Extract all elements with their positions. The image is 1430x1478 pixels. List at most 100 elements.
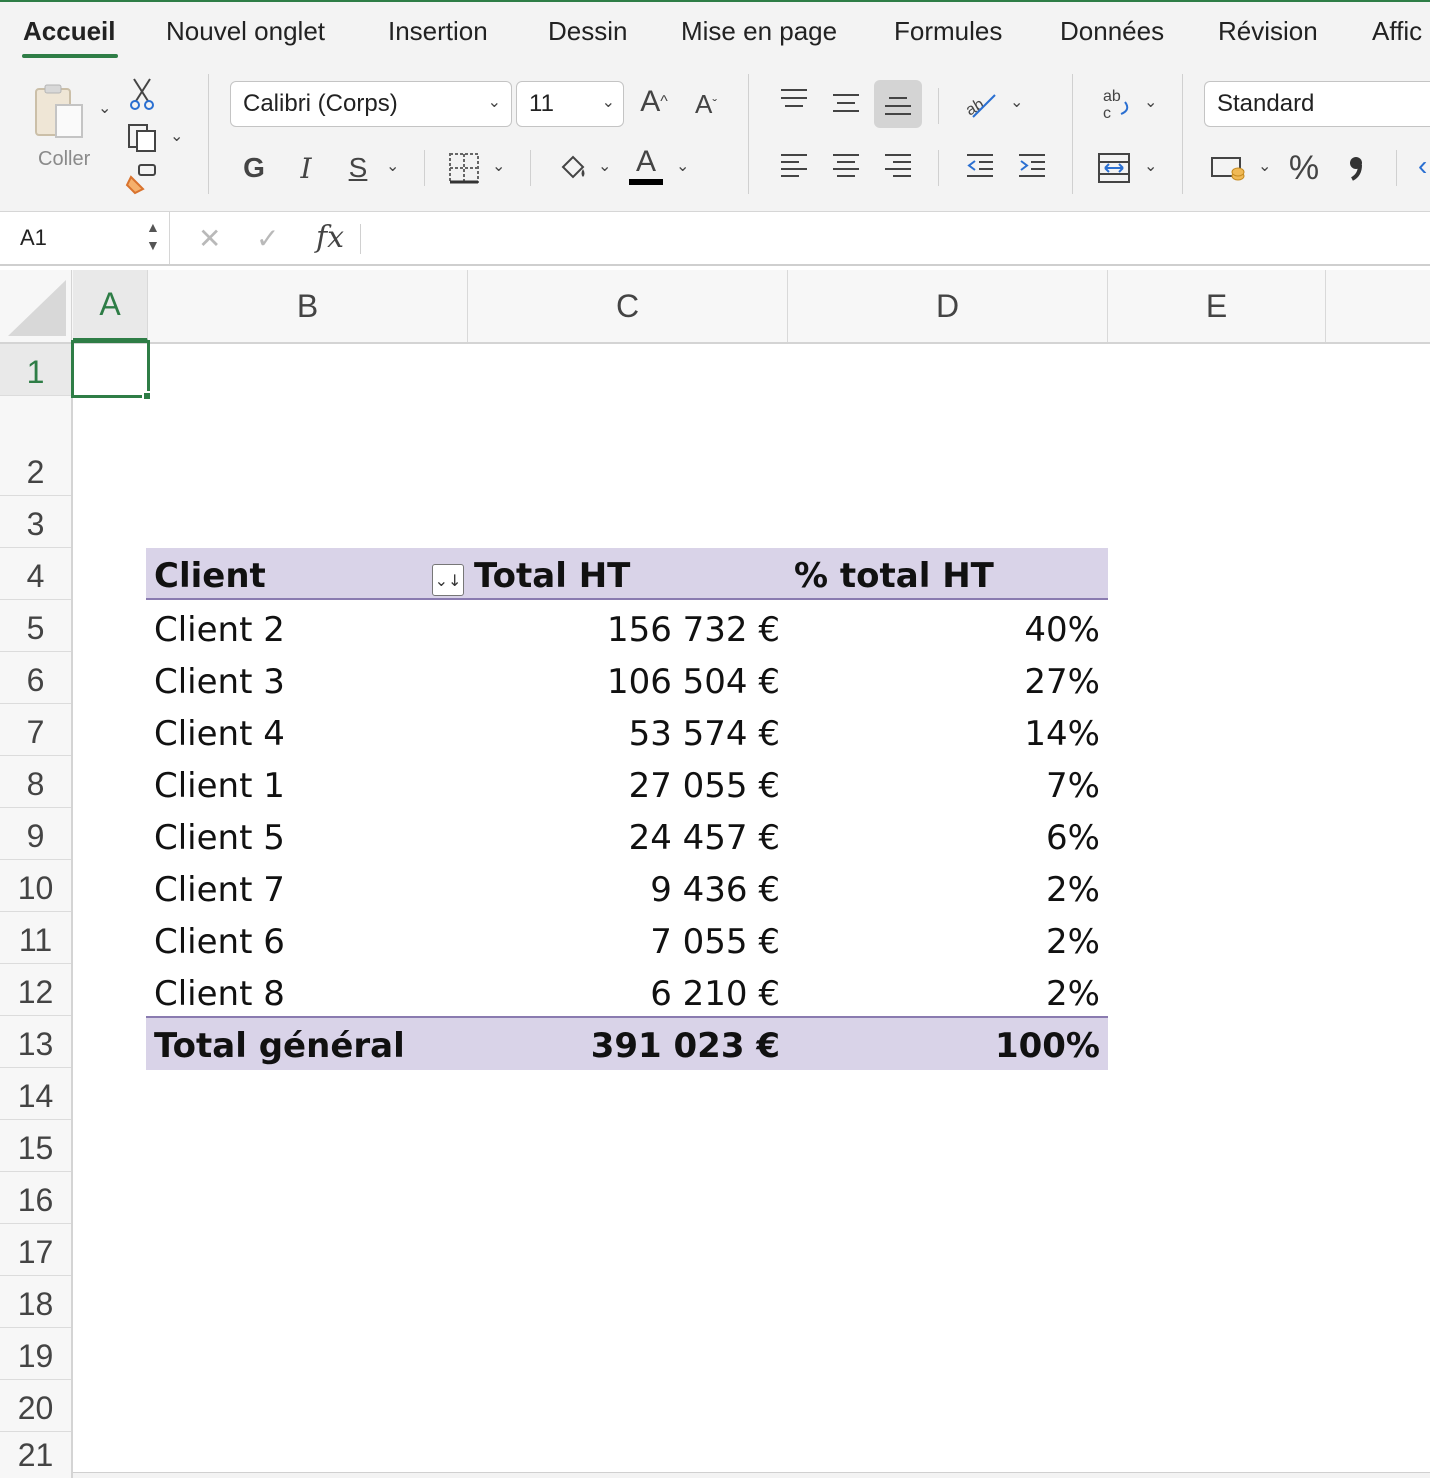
pivot-header-total[interactable]: Total HT [474, 556, 630, 596]
format-painter-icon[interactable] [124, 162, 160, 196]
active-cell-a1[interactable] [71, 340, 150, 398]
filter-sort-icon[interactable]: ⌄↓ [432, 564, 464, 596]
align-left-icon[interactable] [776, 150, 812, 182]
bold-button[interactable]: G [238, 148, 270, 188]
wrap-text-icon[interactable]: ab c [1096, 84, 1136, 124]
row-header-16[interactable]: 16 [0, 1172, 71, 1224]
borders-chevron-icon[interactable]: ⌄ [492, 156, 505, 176]
pivot-header-client[interactable]: Client [154, 556, 266, 596]
copy-icon[interactable] [124, 120, 160, 156]
row-header-21[interactable]: 21 [0, 1432, 71, 1478]
table-row[interactable]: Client 8 6 210 € 2% [146, 966, 1108, 1018]
font-color-icon[interactable]: A [628, 144, 664, 188]
font-name-select[interactable]: Calibri (Corps) ⌄ [230, 81, 512, 127]
row-header-6[interactable]: 6 [0, 652, 71, 704]
select-all-button[interactable] [0, 270, 72, 342]
table-row[interactable]: Client 2 156 732 € 40% [146, 602, 1108, 654]
align-bottom-icon[interactable] [874, 80, 922, 128]
separator [424, 150, 425, 186]
font-size-select[interactable]: 11 ⌄ [516, 81, 624, 127]
align-center-icon[interactable] [828, 150, 864, 182]
column-header-d[interactable]: D [788, 270, 1108, 342]
increase-indent-icon[interactable] [1014, 150, 1050, 182]
row-header-11[interactable]: 11 [0, 912, 71, 964]
number-format-select[interactable]: Standard [1204, 81, 1430, 127]
wrap-chevron-icon[interactable]: ⌄ [1144, 92, 1157, 112]
orientation-chevron-icon[interactable]: ⌄ [1010, 92, 1023, 112]
row-header-17[interactable]: 17 [0, 1224, 71, 1276]
currency-chevron-icon[interactable]: ⌄ [1258, 156, 1271, 176]
thousands-separator-icon[interactable] [1340, 148, 1372, 188]
paste-chevron-icon[interactable]: ⌄ [98, 98, 111, 118]
column-header-a[interactable]: A [73, 270, 148, 342]
row-header-7[interactable]: 7 [0, 704, 71, 756]
fill-color-icon[interactable] [552, 148, 592, 188]
tab-formules[interactable]: Formules [894, 16, 1002, 47]
underline-chevron-icon[interactable]: ⌄ [386, 156, 399, 176]
cancel-entry-icon[interactable]: ✕ [198, 222, 221, 255]
tab-affichage[interactable]: Affic [1372, 16, 1422, 47]
decrease-indent-icon[interactable] [962, 150, 998, 182]
tab-accueil[interactable]: Accueil [23, 16, 116, 47]
row-header-5[interactable]: 5 [0, 600, 71, 652]
table-row[interactable]: Client 6 7 055 € 2% [146, 914, 1108, 966]
decrease-font-icon[interactable]: Aˇ [688, 86, 724, 122]
italic-button[interactable]: I [290, 148, 322, 188]
tab-dessin[interactable]: Dessin [548, 16, 627, 47]
table-row[interactable]: Client 3 106 504 € 27% [146, 654, 1108, 706]
fill-handle[interactable] [142, 391, 152, 401]
name-box[interactable]: A1 ▲ ▼ [0, 212, 170, 264]
align-right-icon[interactable] [880, 150, 916, 182]
orientation-icon[interactable]: ab [960, 84, 1000, 124]
table-row[interactable]: Client 5 24 457 € 6% [146, 810, 1108, 862]
underline-button[interactable]: S [342, 148, 374, 188]
row-header-3[interactable]: 3 [0, 496, 71, 548]
row-header-2[interactable]: 2 [0, 444, 71, 496]
column-header-e[interactable]: E [1108, 270, 1326, 342]
tab-nouvel-onglet[interactable]: Nouvel onglet [166, 16, 325, 47]
row-header-4[interactable]: 4 [0, 548, 71, 600]
align-middle-icon[interactable] [828, 88, 864, 118]
table-row[interactable]: Client 4 53 574 € 14% [146, 706, 1108, 758]
tab-mise-en-page[interactable]: Mise en page [681, 16, 837, 47]
row-header-14[interactable]: 14 [0, 1068, 71, 1120]
column-header-b[interactable]: B [148, 270, 468, 342]
cut-icon[interactable] [126, 76, 158, 112]
row-header-18[interactable]: 18 [0, 1276, 71, 1328]
pivot-header-percent[interactable]: % total HT [794, 556, 994, 596]
confirm-entry-icon[interactable]: ✓ [256, 222, 279, 255]
row-headers: 1 2 3 4 5 6 7 8 9 10 11 12 13 14 15 16 1… [0, 344, 73, 1478]
horizontal-scrollbar[interactable] [73, 1472, 1430, 1478]
borders-icon[interactable] [444, 148, 484, 188]
merge-center-icon[interactable] [1094, 150, 1134, 186]
merge-chevron-icon[interactable]: ⌄ [1144, 156, 1157, 176]
tab-insertion[interactable]: Insertion [388, 16, 488, 47]
tab-donnees[interactable]: Données [1060, 16, 1164, 47]
name-box-stepper-icon[interactable]: ▲ ▼ [146, 218, 160, 254]
decimal-arrow-icon[interactable]: ‹ [1418, 150, 1427, 182]
align-top-icon[interactable] [776, 84, 812, 114]
row-header-19[interactable]: 19 [0, 1328, 71, 1380]
row-header-10[interactable]: 10 [0, 860, 71, 912]
table-row[interactable]: Client 7 9 436 € 2% [146, 862, 1108, 914]
tab-revision[interactable]: Révision [1218, 16, 1318, 47]
column-header-f[interactable] [1326, 270, 1430, 342]
row-header-1[interactable]: 1 [0, 344, 71, 396]
row-header-8[interactable]: 8 [0, 756, 71, 808]
row-header-15[interactable]: 15 [0, 1120, 71, 1172]
increase-font-icon[interactable]: A ^ [634, 82, 674, 122]
percent-button[interactable]: % [1284, 148, 1324, 188]
insert-function-button[interactable]: fx [316, 220, 344, 255]
fill-chevron-icon[interactable]: ⌄ [598, 156, 611, 176]
row-header-20[interactable]: 20 [0, 1380, 71, 1432]
row-header-9[interactable]: 9 [0, 808, 71, 860]
currency-format-icon[interactable] [1208, 150, 1248, 186]
pivot-grand-total-row[interactable]: Total général 391 023 € 100% [146, 1016, 1108, 1070]
column-header-c[interactable]: C [468, 270, 788, 342]
font-color-chevron-icon[interactable]: ⌄ [676, 156, 689, 176]
row-header-12[interactable]: 12 [0, 964, 71, 1016]
copy-chevron-icon[interactable]: ⌄ [170, 126, 183, 146]
table-row[interactable]: Client 1 27 055 € 7% [146, 758, 1108, 810]
paste-button[interactable] [30, 82, 94, 142]
row-header-13[interactable]: 13 [0, 1016, 71, 1068]
